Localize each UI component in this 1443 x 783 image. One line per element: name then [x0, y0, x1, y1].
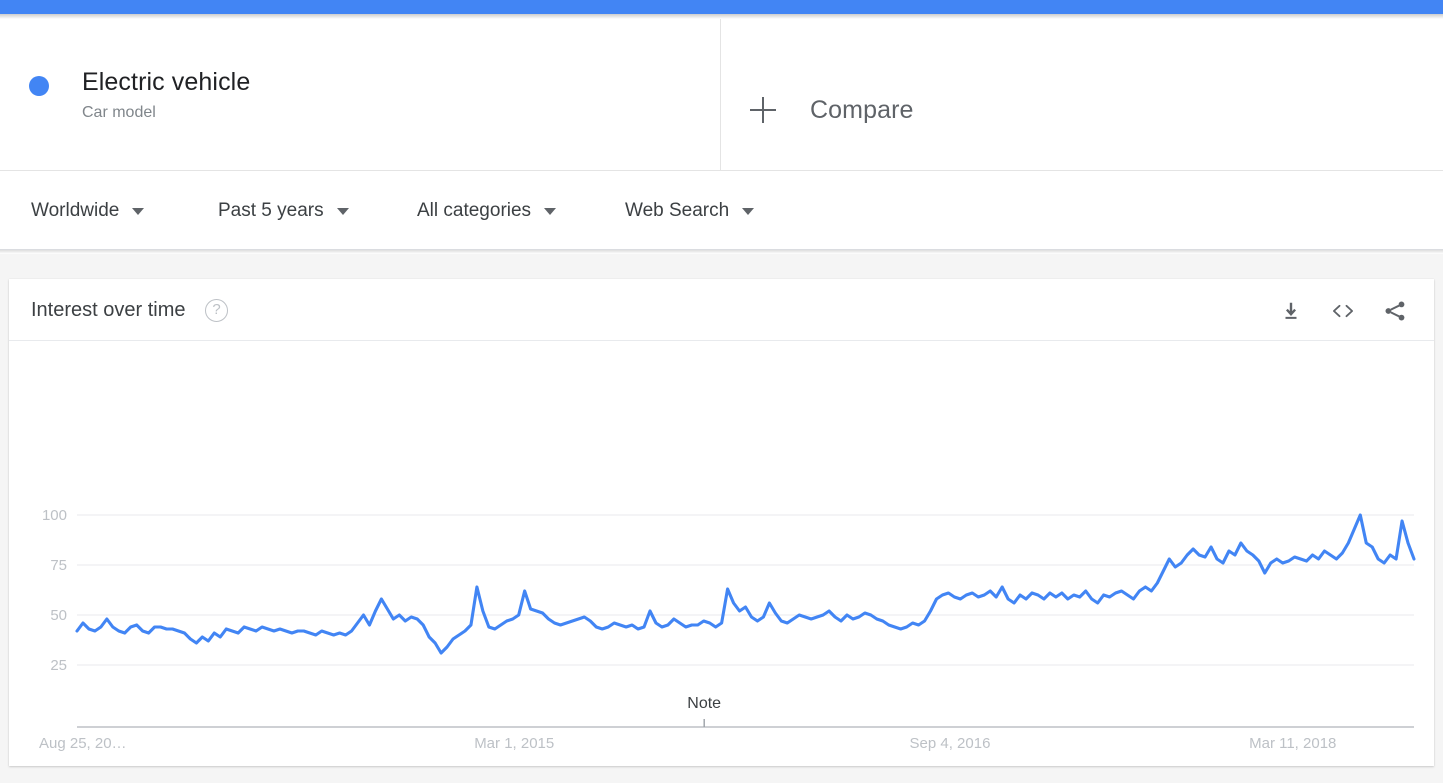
chevron-down-icon [132, 207, 145, 215]
embed-icon[interactable] [1326, 295, 1360, 327]
compare-label: Compare [810, 96, 914, 124]
chevron-down-icon [742, 207, 755, 215]
help-icon[interactable]: ? [205, 299, 228, 322]
y-axis-tick-label: 50 [50, 607, 67, 624]
x-axis-tick-label: Mar 11, 2018 [1249, 735, 1336, 752]
interest-over-time-card: Interest over time ? 100 75 50 25 Aug 25… [9, 279, 1434, 766]
plus-icon [750, 97, 776, 123]
search-term-subtitle: Car model [82, 104, 156, 121]
interest-over-time-line-chart[interactable]: 100 75 50 25 Aug 25, 20… Mar 1, 2015 Sep 4, 20… [9, 341, 1434, 766]
download-icon[interactable] [1274, 295, 1308, 327]
search-term-texts: Electric vehicle Car model [82, 67, 250, 123]
search-term-card[interactable]: Electric vehicle Car model [0, 19, 721, 170]
x-axis-tick-label: Sep 4, 2016 [910, 735, 991, 752]
search-term-content: Electric vehicle Car model [29, 67, 250, 123]
x-axis-tick-label: Aug 25, 20… [39, 735, 127, 752]
note-annotation-label[interactable]: Note [687, 695, 721, 712]
filter-time-range-label: Past 5 years [218, 200, 324, 221]
filter-location[interactable]: Worldwide [31, 199, 145, 223]
chevron-down-icon [544, 207, 557, 215]
top-blue-bar [0, 0, 1443, 14]
y-axis-tick-label: 100 [42, 507, 67, 524]
compare-card[interactable]: Compare [722, 19, 1443, 170]
search-term-label: Electric vehicle [82, 68, 251, 96]
y-axis-tick-label: 25 [50, 657, 67, 674]
chevron-down-icon [336, 207, 349, 215]
chart-header: Interest over time ? [9, 279, 1434, 341]
filter-bar: Worldwide Past 5 years All categories We… [0, 171, 1443, 250]
chart-actions [1256, 295, 1412, 327]
share-icon[interactable] [1378, 295, 1412, 327]
chart-plot-area[interactable]: 100 75 50 25 Aug 25, 20… Mar 1, 2015 Sep 4, 20… [9, 341, 1434, 766]
x-axis-tick-label: Mar 1, 2015 [474, 735, 554, 752]
filter-search-type[interactable]: Web Search [625, 199, 755, 223]
chart-line-series [75, 513, 1416, 655]
add-compare-button[interactable]: Compare [750, 95, 914, 125]
search-terms-row: Electric vehicle Car model Compare [0, 19, 1443, 171]
chart-title: Interest over time [31, 299, 186, 321]
series-color-dot [29, 76, 49, 96]
filter-time-range[interactable]: Past 5 years [218, 199, 349, 223]
filter-category[interactable]: All categories [417, 199, 557, 223]
y-axis-tick-label: 75 [50, 557, 67, 574]
filter-search-type-label: Web Search [625, 200, 730, 221]
filter-location-label: Worldwide [31, 200, 120, 221]
filter-category-label: All categories [417, 200, 532, 221]
